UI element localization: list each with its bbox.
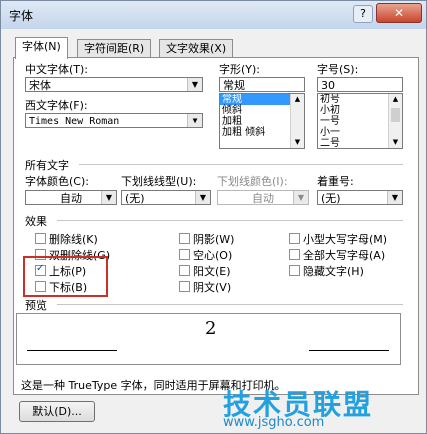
- scrollbar[interactable]: ▲ ▼: [388, 94, 402, 148]
- chinese-font-dropdown[interactable]: 宋体 ▼: [25, 77, 203, 92]
- scroll-thumb[interactable]: [391, 108, 400, 122]
- emphasis-mark-label: 着重号:: [317, 175, 354, 188]
- small-caps-checkbox[interactable]: [289, 233, 300, 244]
- font-color-value: 自动: [60, 192, 82, 205]
- hidden-text-checkbox[interactable]: [289, 265, 300, 276]
- tab-text-effects[interactable]: 文字效果(X): [159, 39, 234, 58]
- preview-section-label: 预览: [25, 299, 47, 312]
- tab-character-spacing[interactable]: 字符间距(R): [77, 39, 152, 58]
- divider: [79, 164, 403, 165]
- chinese-font-value: 宋体: [29, 79, 51, 92]
- font-style-list[interactable]: 常规 倾斜 加粗 加粗 倾斜 ▲ ▼: [219, 93, 305, 149]
- western-font-label: 西文字体(F):: [25, 99, 88, 112]
- strikethrough-label: 删除线(K): [49, 233, 98, 246]
- watermark-url: www.jsgho.com: [223, 415, 325, 430]
- emboss-label: 阳文(E): [193, 265, 231, 278]
- chevron-down-icon[interactable]: ▼: [101, 191, 116, 204]
- underline-style-dropdown[interactable]: (无) ▼: [121, 190, 211, 205]
- scroll-up-icon[interactable]: ▲: [389, 94, 402, 105]
- font-style-input[interactable]: 常规: [219, 77, 305, 92]
- scrollbar[interactable]: ▲ ▼: [290, 94, 304, 148]
- all-caps-label: 全部大写字母(A): [303, 249, 386, 262]
- font-color-dropdown[interactable]: 自动 ▼: [25, 190, 117, 205]
- underline-style-value: (无): [125, 192, 145, 205]
- font-style-label: 字形(Y):: [219, 63, 261, 76]
- tab-font[interactable]: 字体(N): [15, 37, 68, 59]
- emboss-checkbox[interactable]: [179, 265, 190, 276]
- outline-checkbox[interactable]: [179, 249, 190, 260]
- all-caps-checkbox[interactable]: [289, 249, 300, 260]
- default-button[interactable]: 默认(D)...: [19, 401, 95, 422]
- shadow-label: 阴影(W): [193, 233, 235, 246]
- font-size-value: 30: [321, 79, 335, 92]
- chevron-down-icon[interactable]: ▼: [195, 191, 210, 204]
- scroll-up-icon[interactable]: ▲: [291, 94, 304, 105]
- close-button[interactable]: ✕: [376, 3, 422, 23]
- preview-sample-text: 2: [205, 318, 217, 339]
- chevron-down-icon[interactable]: ▼: [187, 78, 202, 91]
- help-button[interactable]: ?: [353, 5, 373, 23]
- all-text-section-label: 所有文字: [25, 159, 69, 172]
- chevron-down-icon: ▼: [293, 191, 308, 204]
- font-style-value: 常规: [223, 79, 245, 92]
- window-title: 字体: [9, 9, 34, 23]
- font-size-label: 字号(S):: [317, 63, 359, 76]
- emphasis-mark-value: (无): [321, 192, 341, 205]
- font-size-list[interactable]: 初号 小初 一号 小一 二号 ▲ ▼: [317, 93, 403, 149]
- effects-section-label: 效果: [25, 215, 47, 228]
- divider: [57, 304, 403, 305]
- divider: [57, 220, 403, 221]
- title-bar: 字体 ? ✕: [1, 1, 426, 29]
- strikethrough-checkbox[interactable]: [35, 233, 46, 244]
- font-dialog: 字体 ? ✕ 字体(N) 字符间距(R) 文字效果(X) 中文字体(T): 宋体…: [0, 0, 427, 434]
- preview-box: 2: [16, 313, 401, 365]
- scroll-down-icon[interactable]: ▼: [291, 137, 304, 148]
- chevron-down-icon[interactable]: ▼: [387, 191, 402, 204]
- underline-color-label: 下划线颜色(I):: [217, 175, 288, 188]
- chinese-font-label: 中文字体(T):: [25, 63, 89, 76]
- shadow-checkbox[interactable]: [179, 233, 190, 244]
- emphasis-mark-dropdown[interactable]: (无) ▼: [317, 190, 403, 205]
- scroll-down-icon[interactable]: ▼: [389, 137, 402, 148]
- font-size-input[interactable]: 30: [317, 77, 403, 92]
- underline-style-label: 下划线线型(U):: [121, 175, 197, 188]
- engrave-checkbox[interactable]: [179, 281, 190, 292]
- underline-color-dropdown: 自动 ▼: [217, 190, 309, 205]
- preview-baseline-left: [27, 350, 117, 351]
- chevron-down-icon[interactable]: ▼: [187, 114, 202, 127]
- western-font-value: Times New Roman: [29, 116, 120, 127]
- engrave-label: 阴文(V): [193, 281, 232, 294]
- small-caps-label: 小型大写字母(M): [303, 233, 388, 246]
- preview-baseline-right: [309, 350, 389, 351]
- underline-color-value: 自动: [252, 192, 274, 205]
- hidden-text-label: 隐藏文字(H): [303, 265, 364, 278]
- western-font-dropdown[interactable]: Times New Roman ▼: [25, 113, 203, 128]
- outline-label: 空心(O): [193, 249, 233, 262]
- highlight-annotation-box: [23, 256, 108, 297]
- font-color-label: 字体颜色(C):: [25, 175, 89, 188]
